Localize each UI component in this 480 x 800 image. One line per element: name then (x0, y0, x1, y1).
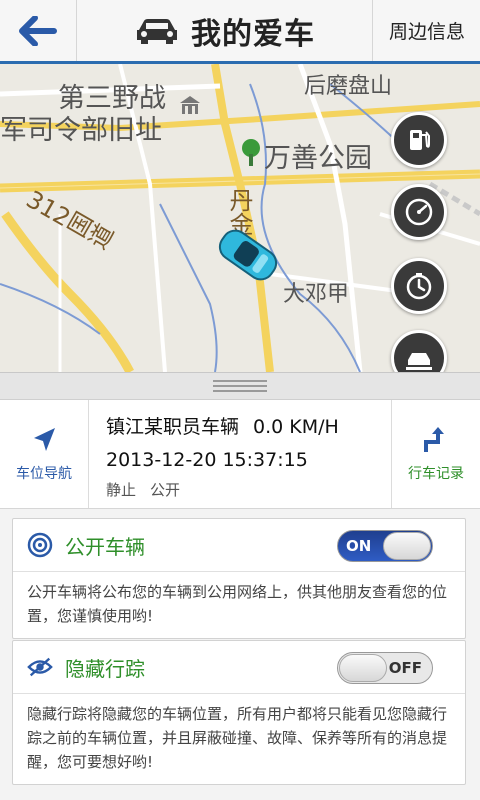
motion-status: 静止 (106, 481, 137, 499)
speedometer-icon (405, 198, 433, 226)
speed-button[interactable] (391, 184, 447, 240)
navigation-arrow-icon (34, 428, 55, 451)
title-area: 我的爱车 (76, 0, 372, 61)
app-header: 我的爱车 周边信息 (0, 0, 480, 64)
map-view[interactable]: 第三野战 军司令部旧址 后磨盘山 万善公园 丹金 312国道 大邓甲 (0, 64, 480, 372)
toggle-state-text: ON (346, 537, 372, 555)
vehicle-timestamp: 2013-12-20 15:37:15 (106, 449, 308, 471)
back-arrow-icon (19, 15, 57, 46)
parking-navigation-button[interactable]: 车位导航 (0, 400, 89, 508)
navigation-label: 车位导航 (16, 466, 72, 482)
hide-track-toggle[interactable]: OFF (337, 652, 433, 684)
timer-icon (406, 273, 432, 300)
toggle-state-text: OFF (388, 659, 422, 677)
toggle-knob (383, 532, 431, 560)
toggle-knob (339, 654, 387, 682)
vehicle-details: 镇江某职员车辆 0.0 KM/H 2013-12-20 15:37:15 静止 公开 (106, 412, 376, 500)
driving-log-button[interactable]: 行车记录 (391, 400, 480, 508)
timer-button[interactable] (391, 258, 447, 314)
landmark-icon (178, 94, 202, 120)
public-vehicle-card: 公开车辆 ON 公开车辆将公布您的车辆到公用网络上，供其他朋友查看您的位置，您谨… (12, 518, 466, 639)
nearby-info-button[interactable]: 周边信息 (372, 0, 480, 61)
hide-track-description: 隐藏行踪将隐藏您的车辆位置，所有用户都将只能看见您隐藏行踪之前的车辆位置，并且屏… (27, 705, 448, 771)
map-label-place: 军司令部旧址 (0, 115, 162, 146)
car-lift-icon (406, 353, 432, 370)
public-vehicle-title: 公开车辆 (65, 534, 145, 559)
public-vehicle-description: 公开车辆将公布您的车辆到公用网络上，供其他朋友查看您的位置，您谨慎使用哟! (27, 583, 448, 625)
back-button[interactable] (0, 0, 77, 61)
vehicle-info-panel: 车位导航 镇江某职员车辆 0.0 KM/H 2013-12-20 15:37:15… (0, 400, 480, 509)
hide-track-card: 隐藏行踪 OFF 隐藏行踪将隐藏您的车辆位置，所有用户都将只能看见您隐藏行踪之前… (12, 640, 466, 785)
fuel-icon (410, 130, 430, 150)
map-label-place: 后磨盘山 (304, 74, 393, 99)
hide-track-title: 隐藏行踪 (65, 656, 145, 681)
target-icon (27, 532, 53, 558)
route-arrow-icon (424, 427, 444, 452)
vehicle-marker-icon[interactable] (212, 224, 284, 290)
fuel-button[interactable] (391, 112, 447, 168)
drawer-handle[interactable] (0, 372, 480, 400)
grip-icon (213, 380, 267, 392)
public-vehicle-toggle[interactable]: ON (337, 530, 433, 562)
page-title: 我的爱车 (191, 16, 315, 52)
visibility-status: 公开 (150, 481, 181, 499)
car-icon (137, 18, 177, 44)
eye-slash-icon (27, 654, 53, 680)
driving-log-label: 行车记录 (408, 466, 464, 482)
vehicle-speed: 0.0 KM/H (253, 416, 339, 438)
map-label-park: 万善公园 (264, 143, 372, 174)
park-icon (240, 138, 262, 170)
vehicle-name: 镇江某职员车辆 (106, 416, 240, 438)
map-label-place: 大邓甲 (283, 282, 350, 307)
